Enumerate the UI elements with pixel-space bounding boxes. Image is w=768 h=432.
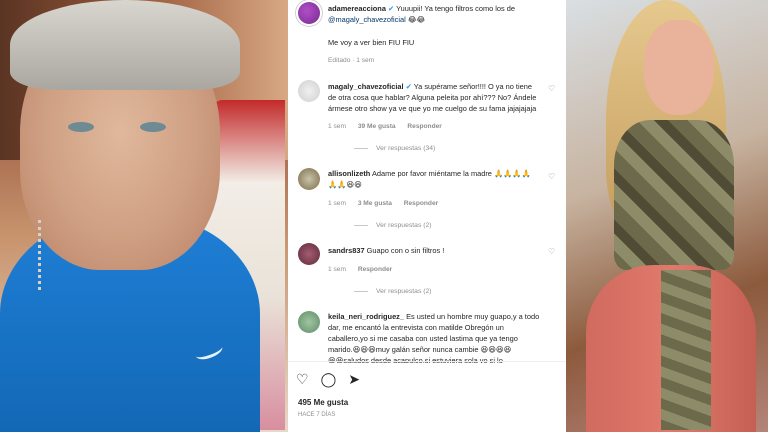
view-replies-button[interactable]: Ver respuestas (2): [354, 222, 432, 229]
comment-line: caballero,yo si me casaba con usted last…: [328, 334, 518, 343]
comment-line: Ya supérame señor!!!! O ya no tiene: [413, 82, 532, 91]
caption-emojis: 😂😂: [407, 15, 426, 24]
man-hair: [10, 0, 240, 90]
comment-username[interactable]: allisonlizeth: [328, 169, 370, 178]
comment-username[interactable]: keila_neri_rodriguez_: [328, 312, 404, 321]
comment-line: ármese otro show ya ve que yo me cuelgo …: [328, 104, 537, 113]
caption-line-2: @magaly_chavezoficial 😂😂: [328, 14, 425, 25]
comment-meta: 1 sem 3 Me gusta Responder: [328, 200, 438, 207]
instagram-post-panel: adamereacciona ✔ Yuuupii! Ya tengo filtr…: [288, 0, 566, 432]
comment-line: marido.😆😆😆muy galán señor nunca cambie 😆…: [328, 345, 512, 354]
caption-line-1: adamereacciona ✔ Yuuupii! Ya tengo filtr…: [328, 3, 560, 14]
caption-username[interactable]: adamereacciona: [328, 4, 386, 13]
comment-text: allisonlizeth Adame por favor miéntame l…: [328, 168, 550, 179]
comment-line: dar, me encantó la entrevista con matild…: [328, 323, 504, 332]
comment-time: 1 sem: [328, 200, 346, 207]
camo-panel: [661, 270, 711, 430]
like-comment-icon[interactable]: ♡: [548, 172, 555, 181]
share-icon[interactable]: ➤: [348, 371, 360, 388]
right-eye: [140, 122, 166, 132]
comment-likes[interactable]: 3 Me gusta: [358, 200, 392, 207]
verified-icon: ✔: [388, 4, 395, 13]
comment-text: sandrs837 Guapo con o sin filtros !: [328, 245, 550, 256]
post-age: Hace 7 días: [298, 412, 336, 418]
comment-text: keila_neri_rodriguez_ Es usted un hombre…: [328, 311, 560, 322]
comment-username[interactable]: magaly_chavezoficial: [328, 82, 404, 91]
comment-line: de otra cosa que hablar? Alguna peleita …: [328, 93, 537, 102]
likes-count[interactable]: 495 Me gusta: [298, 398, 348, 407]
comment-icon[interactable]: ◯: [321, 371, 337, 388]
comment-meta: 1 sem 39 Me gusta Responder: [328, 123, 442, 130]
left-photo: [0, 0, 288, 432]
comment-line: Guapo con o sin filtros !: [366, 246, 445, 255]
comment-avatar[interactable]: [298, 311, 320, 333]
comment-likes[interactable]: 39 Me gusta: [358, 123, 396, 130]
caption-text-1: Yuuupii! Ya tengo filtros como los de: [396, 4, 515, 13]
verified-icon: ✔: [405, 82, 412, 91]
like-comment-icon[interactable]: ♡: [548, 247, 555, 256]
divider: [288, 361, 566, 362]
view-replies-button[interactable]: Ver respuestas (34): [354, 145, 435, 152]
camo-top: [614, 120, 734, 270]
caption-mention[interactable]: @magaly_chavezoficial: [328, 15, 406, 24]
woman-face: [644, 20, 714, 115]
reply-button[interactable]: Responder: [404, 200, 438, 207]
comment-line: Adame por favor miéntame la madre 🙏🙏🙏🙏: [371, 169, 531, 178]
view-replies-button[interactable]: Ver respuestas (2): [354, 288, 432, 295]
caption-text-2: Me voy a ver bien FIU FIU: [328, 38, 415, 47]
caption-meta: Editado · 1 sem: [328, 57, 375, 64]
comment-avatar[interactable]: [298, 80, 320, 102]
post-actions: ♡ ◯ ➤: [296, 371, 360, 388]
comment-time: 1 sem: [328, 123, 346, 130]
comment-line: 🙏🙏😆😆: [328, 180, 362, 189]
comment-text: magaly_chavezoficial ✔ Ya supérame señor…: [328, 81, 550, 92]
necklace: [38, 220, 53, 290]
left-eye: [68, 122, 94, 132]
author-avatar[interactable]: [298, 2, 320, 24]
right-photo: [566, 0, 768, 432]
comment-avatar[interactable]: [298, 168, 320, 190]
reply-button[interactable]: Responder: [407, 123, 441, 130]
comment-line: Es usted un hombre muy guapo,y a todo: [406, 312, 540, 321]
like-icon[interactable]: ♡: [296, 371, 309, 388]
comment-time: 1 sem: [328, 266, 346, 273]
like-comment-icon[interactable]: ♡: [548, 84, 555, 93]
comment-username[interactable]: sandrs837: [328, 246, 365, 255]
comment-meta: 1 sem Responder: [328, 266, 392, 273]
comment-avatar[interactable]: [298, 243, 320, 265]
reply-button[interactable]: Responder: [358, 266, 392, 273]
